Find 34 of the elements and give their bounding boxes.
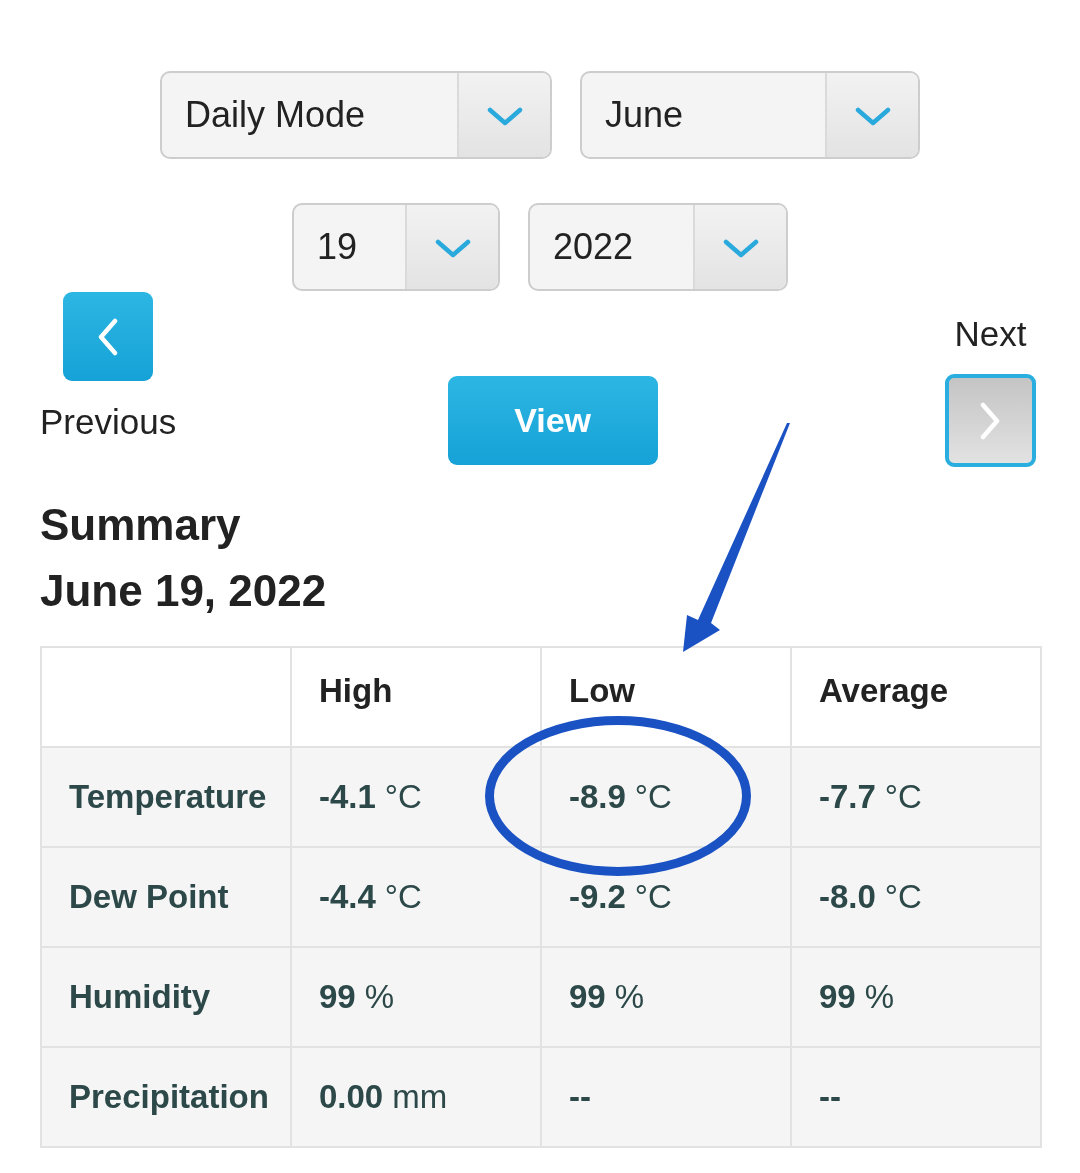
table-cell: -4.1 °C xyxy=(319,778,422,815)
column-header: Average xyxy=(819,672,949,710)
table-cell: -7.7 °C xyxy=(819,778,922,815)
table-cell: -- xyxy=(569,1078,591,1115)
chevron-down-icon xyxy=(486,107,523,127)
table-cell: 99 % xyxy=(819,978,894,1015)
row-label: Precipitation xyxy=(41,1047,291,1147)
table-cell: -- xyxy=(819,1078,841,1115)
previous-button[interactable] xyxy=(63,292,154,381)
table-cell: 99 % xyxy=(319,978,394,1015)
row-label: Temperature xyxy=(41,747,291,847)
table-cell: 0.00 mm xyxy=(319,1078,448,1115)
summary-title: Summary xyxy=(40,499,241,551)
table-cell: -4.4 °C xyxy=(319,878,422,915)
column-header: High xyxy=(319,672,393,710)
next-label: Next xyxy=(954,313,1027,355)
chevron-left-icon xyxy=(97,317,120,356)
previous-label: Previous xyxy=(40,401,177,443)
mode-dropdown[interactable]: Daily Mode xyxy=(160,71,552,159)
chevron-right-icon xyxy=(979,401,1002,440)
year-dropdown[interactable]: 2022 xyxy=(528,203,788,291)
table-cell: -8.9 °C xyxy=(569,778,672,815)
row-label: Dew Point xyxy=(41,847,291,947)
month-dropdown[interactable]: June xyxy=(580,71,920,159)
table-cell: 99 % xyxy=(569,978,644,1015)
chevron-down-icon xyxy=(854,107,891,127)
chevron-down-icon xyxy=(722,239,759,259)
column-header: Low xyxy=(569,672,635,710)
table-cell: -9.2 °C xyxy=(569,878,672,915)
chevron-down-icon xyxy=(434,239,471,259)
table-cell: -8.0 °C xyxy=(819,878,922,915)
row-label: Humidity xyxy=(41,947,291,1047)
summary-date: June 19, 2022 xyxy=(40,565,327,617)
day-dropdown[interactable]: 19 xyxy=(292,203,500,291)
